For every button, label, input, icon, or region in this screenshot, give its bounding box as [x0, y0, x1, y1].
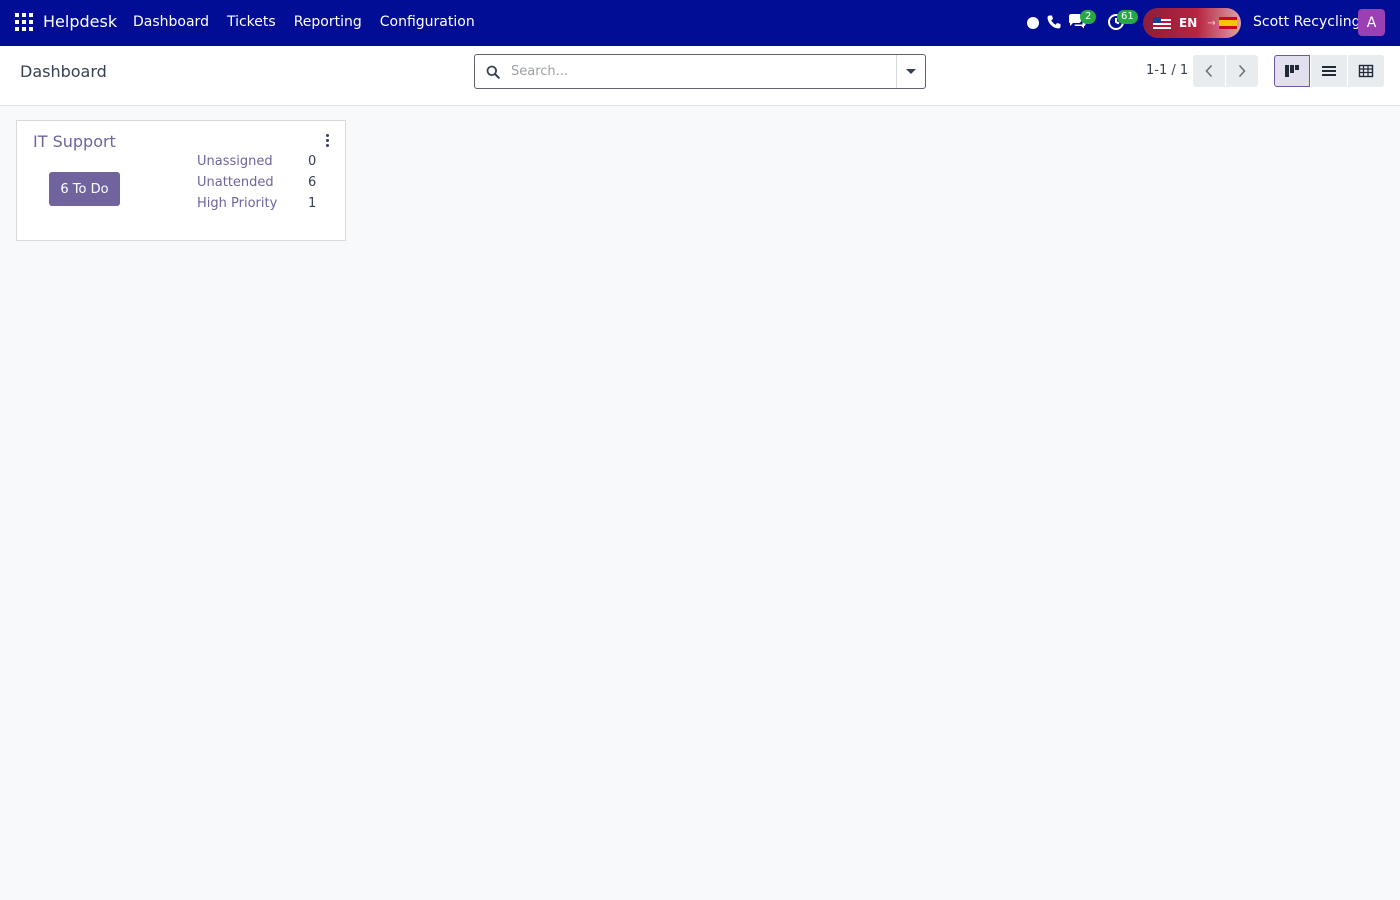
activity-count-badge: 61 — [1117, 10, 1138, 24]
search-input[interactable] — [511, 55, 891, 88]
search-bar — [474, 54, 926, 89]
stat-high-priority[interactable]: High Priority — [197, 196, 277, 211]
pager-value[interactable]: 1-1 / 1 — [1146, 63, 1188, 78]
team-card: IT Support 6 To Do Unassigned 0 Unattend… — [16, 120, 346, 241]
kanban-icon — [1285, 65, 1299, 77]
control-panel: Dashboard 1-1 / 1 — [0, 46, 1400, 106]
app-name[interactable]: Helpdesk — [43, 12, 117, 31]
top-navbar: Helpdesk Dashboard Tickets Reporting Con… — [0, 0, 1400, 46]
presence-status-icon[interactable] — [1027, 17, 1039, 29]
to-do-button[interactable]: 6 To Do — [49, 172, 120, 206]
team-name[interactable]: IT Support — [33, 132, 116, 151]
search-icon — [486, 65, 500, 79]
main-menu: Dashboard Tickets Reporting Configuratio… — [133, 14, 493, 30]
menu-item-dashboard[interactable]: Dashboard — [133, 14, 209, 30]
arrow-icon: → — [1207, 17, 1216, 29]
pivot-table-icon — [1358, 64, 1374, 78]
menu-item-configuration[interactable]: Configuration — [380, 14, 475, 30]
language-code: EN — [1179, 16, 1198, 30]
phone-icon[interactable] — [1046, 14, 1062, 30]
chevron-left-icon — [1205, 64, 1213, 78]
kanban-view-button[interactable] — [1274, 55, 1310, 87]
page-title: Dashboard — [20, 62, 107, 81]
stat-unassigned-value: 0 — [308, 154, 317, 169]
caret-down-icon — [906, 69, 916, 74]
menu-item-reporting[interactable]: Reporting — [294, 14, 362, 30]
pager-next-button[interactable] — [1226, 55, 1258, 87]
card-options-icon[interactable] — [320, 131, 334, 149]
stat-unassigned[interactable]: Unassigned — [197, 154, 273, 169]
pager-previous-button[interactable] — [1193, 55, 1225, 87]
search-options-toggle[interactable] — [896, 55, 925, 88]
chat-count-badge: 2 — [1080, 10, 1097, 24]
menu-item-tickets[interactable]: Tickets — [227, 14, 276, 30]
apps-menu-icon[interactable] — [15, 13, 33, 31]
stat-unattended-value: 6 — [308, 175, 317, 190]
pivot-view-button[interactable] — [1348, 55, 1384, 87]
list-icon — [1322, 66, 1336, 76]
language-switcher[interactable]: EN → — [1143, 8, 1241, 38]
list-view-button[interactable] — [1311, 55, 1347, 87]
stat-unattended[interactable]: Unattended — [197, 175, 274, 190]
chevron-right-icon — [1238, 64, 1246, 78]
company-name[interactable]: Scott Recycling — [1253, 14, 1361, 30]
user-avatar[interactable]: A — [1358, 9, 1385, 36]
us-flag-icon — [1153, 17, 1171, 29]
stat-high-priority-value: 1 — [308, 196, 317, 211]
spain-flag-icon — [1218, 17, 1237, 29]
